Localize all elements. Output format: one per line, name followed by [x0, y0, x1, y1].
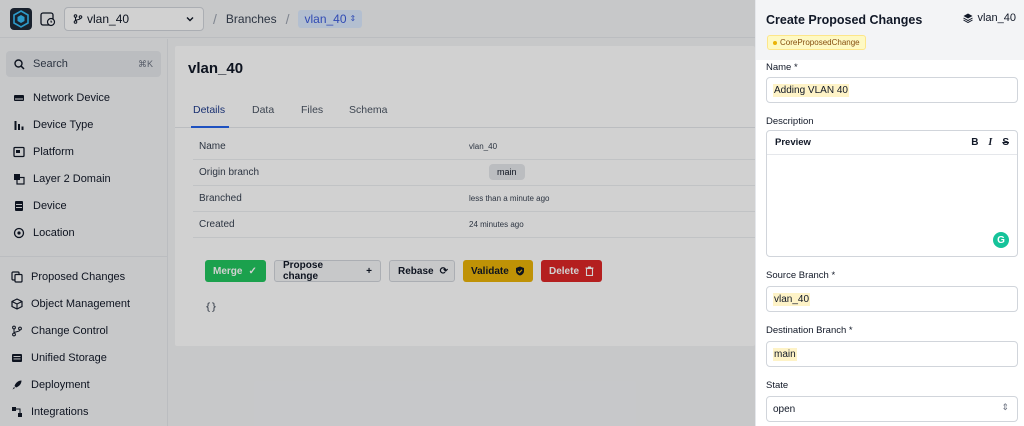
drawer-title: Create Proposed Changes [766, 13, 923, 27]
kind-badge-label: CoreProposedChange [780, 38, 860, 47]
source-branch-field[interactable]: vlan_40 [766, 286, 1018, 312]
destination-branch-value: main [773, 347, 797, 361]
drawer-branch-name: vlan_40 [977, 12, 1016, 24]
italic-icon[interactable]: I [988, 137, 992, 148]
description-label: Description [766, 116, 814, 127]
bold-icon[interactable]: B [971, 137, 978, 148]
strikethrough-icon[interactable]: S [1002, 137, 1009, 148]
drawer-branch-indicator: vlan_40 [963, 12, 1016, 24]
state-select-value: open [773, 403, 796, 415]
grammarly-icon[interactable]: G [993, 232, 1009, 248]
source-branch-value: vlan_40 [773, 292, 811, 306]
editor-preview-tab[interactable]: Preview [775, 137, 971, 148]
modal-backdrop[interactable] [0, 0, 755, 426]
description-editor[interactable]: Preview B I S G [766, 130, 1018, 257]
create-proposed-change-drawer: Create Proposed Changes vlan_40 CoreProp… [755, 0, 1024, 426]
drawer-header: Create Proposed Changes vlan_40 CoreProp… [756, 0, 1024, 60]
name-label: Name * [766, 62, 798, 73]
state-select[interactable]: open ⇕ [766, 396, 1018, 422]
kind-badge: CoreProposedChange [767, 35, 866, 50]
name-field[interactable]: Adding VLAN 40 [766, 77, 1018, 103]
name-field-value: Adding VLAN 40 [773, 83, 849, 97]
source-branch-label: Source Branch * [766, 270, 836, 281]
layers-stack-icon [963, 13, 974, 23]
editor-toolbar: Preview B I S [767, 131, 1017, 155]
destination-branch-field[interactable]: main [766, 341, 1018, 367]
kind-badge-dot [773, 40, 777, 45]
updown-chevron-icon: ⇕ [1001, 402, 1009, 412]
state-label: State [766, 380, 789, 391]
destination-branch-label: Destination Branch * [766, 325, 853, 336]
